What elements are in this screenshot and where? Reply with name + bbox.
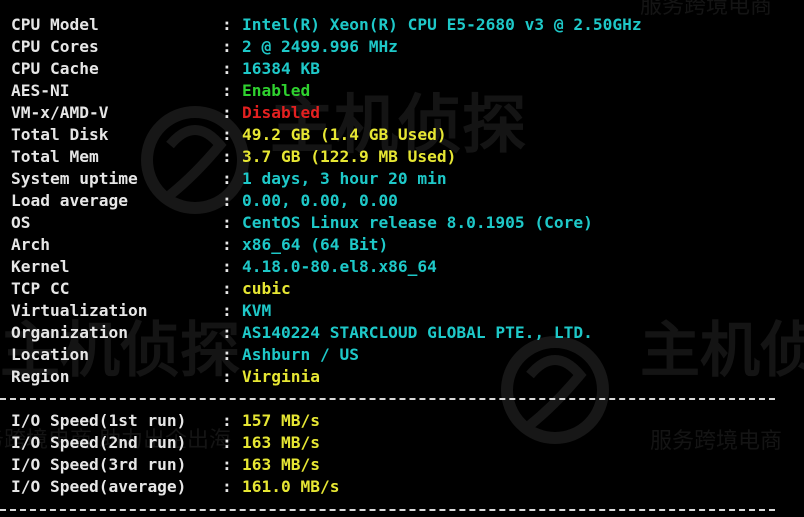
watermark-slogan-topright: 服务跨境电商 xyxy=(640,0,804,30)
row-separator: : xyxy=(222,345,232,364)
info-row-total-mem: Total Mem : 3.7 GB (122.9 MB Used) xyxy=(11,146,456,168)
row-label: I/O Speed(3rd run) xyxy=(11,455,187,474)
row-separator: : xyxy=(222,213,232,232)
info-row-organization: Organization : AS140224 STARCLOUD GLOBAL… xyxy=(11,322,593,344)
row-separator: : xyxy=(222,15,232,34)
row-separator: : xyxy=(222,147,232,166)
row-separator: : xyxy=(222,103,232,122)
info-row-total-disk: Total Disk : 49.2 GB (1.4 GB Used) xyxy=(11,124,447,146)
io-row-2nd-run: I/O Speed(2nd run) : 163 MB/s xyxy=(11,432,320,454)
row-value: 161.0 MB/s xyxy=(242,477,340,496)
row-value: AS140224 STARCLOUD GLOBAL PTE., LTD. xyxy=(242,323,593,342)
section-divider-top xyxy=(0,398,775,400)
row-value: 1 days, 3 hour 20 min xyxy=(242,169,447,188)
info-row-region: Region : Virginia xyxy=(11,366,320,388)
row-value: Virginia xyxy=(242,367,320,386)
row-label: CPU Model xyxy=(11,15,99,34)
row-label: Location xyxy=(11,345,89,364)
row-label: Load average xyxy=(11,191,128,210)
watermark-slogan-top: 服务跨境电商 xyxy=(640,0,773,19)
info-row-cpu-cache: CPU Cache : 16384 KB xyxy=(11,58,320,80)
info-row-aes-ni: AES-NI : Enabled xyxy=(11,80,310,102)
row-value: 163 MB/s xyxy=(242,455,320,474)
row-label: Arch xyxy=(11,235,50,254)
row-separator: : xyxy=(222,455,232,474)
row-value: cubic xyxy=(242,279,291,298)
row-separator: : xyxy=(222,477,232,496)
row-label: CPU Cores xyxy=(11,37,99,56)
info-row-cpu-cores: CPU Cores : 2 @ 2499.996 MHz xyxy=(11,36,398,58)
watermark-slogan-right: 服务跨境电商 xyxy=(650,429,783,454)
row-label: Total Disk xyxy=(11,125,109,144)
row-value: CentOS Linux release 8.0.1905 (Core) xyxy=(242,213,593,232)
row-label: CPU Cache xyxy=(11,59,99,78)
row-separator: : xyxy=(222,191,232,210)
row-value: x86_64 (64 Bit) xyxy=(242,235,389,254)
row-label: Organization xyxy=(11,323,128,342)
info-row-uptime: System uptime : 1 days, 3 hour 20 min xyxy=(11,168,447,190)
info-row-os: OS : CentOS Linux release 8.0.1905 (Core… xyxy=(11,212,593,234)
row-value: Ashburn / US xyxy=(242,345,359,364)
row-label: Region xyxy=(11,367,70,386)
io-row-average: I/O Speed(average) : 161.0 MB/s xyxy=(11,476,339,498)
row-separator: : xyxy=(222,37,232,56)
row-separator: : xyxy=(222,235,232,254)
row-label: I/O Speed(2nd run) xyxy=(11,433,187,452)
io-row-3rd-run: I/O Speed(3rd run) : 163 MB/s xyxy=(11,454,320,476)
row-value: KVM xyxy=(242,301,272,320)
row-separator: : xyxy=(222,279,232,298)
row-value: 2 @ 2499.996 MHz xyxy=(242,37,398,56)
info-row-tcp-cc: TCP CC : cubic xyxy=(11,278,291,300)
row-value: 163 MB/s xyxy=(242,433,320,452)
row-value: 49.2 GB (1.4 GB Used) xyxy=(242,125,447,144)
row-value: Disabled xyxy=(242,103,320,122)
row-label: VM-x/AMD-V xyxy=(11,103,109,122)
info-row-cpu-model: CPU Model : Intel(R) Xeon(R) CPU E5-2680… xyxy=(11,14,642,36)
watermark-logo-right: 主机侦探 服务跨境电商 xyxy=(500,316,804,465)
row-value: 157 MB/s xyxy=(242,411,320,430)
info-row-load-average: Load average : 0.00, 0.00, 0.00 xyxy=(11,190,398,212)
row-separator: : xyxy=(222,59,232,78)
row-separator: : xyxy=(222,125,232,144)
row-label: Virtualization xyxy=(11,301,148,320)
terminal-window: 主机侦探 主机侦探 服务跨境电商 助力出企出海 主机侦探 服务跨境电商 服务跨境… xyxy=(0,0,804,517)
row-label: AES-NI xyxy=(11,81,70,100)
info-row-virtualization: Virtualization : KVM xyxy=(11,300,271,322)
watermark-logo-icon xyxy=(141,106,249,214)
section-divider-bottom xyxy=(0,509,775,511)
row-separator: : xyxy=(222,323,232,342)
row-label: I/O Speed(average) xyxy=(11,477,187,496)
row-separator: : xyxy=(222,367,232,386)
row-separator: : xyxy=(222,81,232,100)
row-label: Kernel xyxy=(11,257,70,276)
row-separator: : xyxy=(222,411,232,430)
row-separator: : xyxy=(222,169,232,188)
row-value: 4.18.0-80.el8.x86_64 xyxy=(242,257,437,276)
row-label: I/O Speed(1st run) xyxy=(11,411,187,430)
info-row-vmx: VM-x/AMD-V : Disabled xyxy=(11,102,320,124)
row-label: TCP CC xyxy=(11,279,70,298)
watermark-brand-right: 主机侦探 xyxy=(640,316,804,386)
row-label: Total Mem xyxy=(11,147,99,166)
row-separator: : xyxy=(222,433,232,452)
row-value: Enabled xyxy=(242,81,311,100)
row-value: 16384 KB xyxy=(242,59,320,78)
info-row-arch: Arch : x86_64 (64 Bit) xyxy=(11,234,388,256)
row-separator: : xyxy=(222,301,232,320)
row-separator: : xyxy=(222,257,232,276)
io-row-1st-run: I/O Speed(1st run) : 157 MB/s xyxy=(11,410,320,432)
row-value: Intel(R) Xeon(R) CPU E5-2680 v3 @ 2.50GH… xyxy=(242,15,642,34)
row-label: System uptime xyxy=(11,169,138,188)
row-value: 3.7 GB (122.9 MB Used) xyxy=(242,147,457,166)
row-value: 0.00, 0.00, 0.00 xyxy=(242,191,398,210)
info-row-location: Location : Ashburn / US xyxy=(11,344,359,366)
row-label: OS xyxy=(11,213,31,232)
watermark-logo-icon-right xyxy=(501,336,609,444)
info-row-kernel: Kernel : 4.18.0-80.el8.x86_64 xyxy=(11,256,437,278)
